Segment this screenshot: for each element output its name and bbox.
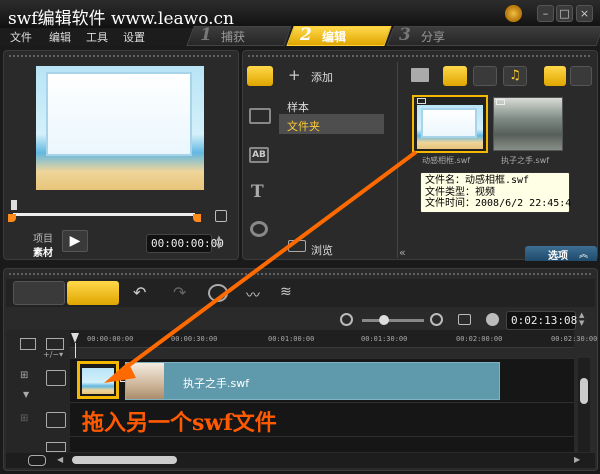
drag-arrow [104,150,418,383]
